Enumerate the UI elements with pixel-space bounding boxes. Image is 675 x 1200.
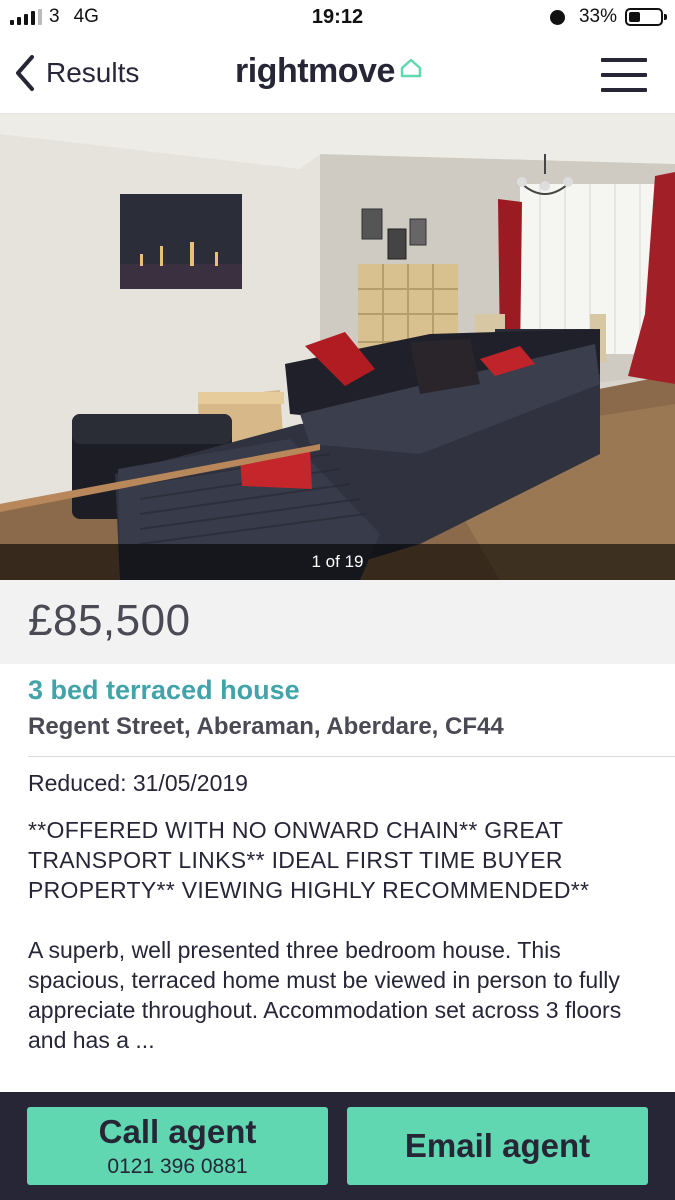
property-headline: **OFFERED WITH NO ONWARD CHAIN** GREAT T… bbox=[28, 817, 590, 903]
price-band: £85,500 bbox=[0, 580, 675, 664]
agent-phone-number: 0121 396 0881 bbox=[107, 1155, 248, 1178]
property-price: £85,500 bbox=[28, 596, 191, 645]
reduced-date: Reduced: 31/05/2019 bbox=[28, 770, 248, 796]
hamburger-menu-icon[interactable] bbox=[601, 58, 647, 92]
action-bar: Call agent 0121 396 0881 Email agent bbox=[0, 1092, 675, 1200]
email-agent-label: Email agent bbox=[404, 1127, 591, 1164]
battery-percent: 33% bbox=[578, 6, 617, 27]
divider bbox=[28, 756, 675, 757]
call-agent-button[interactable]: Call agent 0121 396 0881 bbox=[27, 1107, 328, 1185]
navigation-bar: Results rightmove bbox=[0, 38, 675, 114]
house-logo-icon bbox=[400, 58, 422, 78]
status-right: 33% bbox=[549, 6, 667, 28]
property-photo[interactable]: 1 of 19 bbox=[0, 114, 675, 580]
living-room-photo bbox=[0, 114, 675, 580]
logo-text: rightmove bbox=[235, 52, 395, 90]
email-agent-button[interactable]: Email agent bbox=[347, 1107, 648, 1185]
battery-icon bbox=[625, 8, 667, 26]
back-button[interactable]: Results bbox=[14, 54, 139, 92]
back-label: Results bbox=[46, 57, 140, 88]
rightmove-logo: rightmove bbox=[235, 52, 423, 91]
alarm-icon bbox=[549, 9, 565, 25]
chevron-left-icon bbox=[16, 55, 34, 91]
property-description[interactable]: A superb, well presented three bedroom h… bbox=[28, 935, 658, 1055]
status-bar: 3 4G 19:12 33% bbox=[0, 0, 675, 38]
property-address: Regent Street, Aberaman, Aberdare, CF44 bbox=[28, 713, 504, 740]
photo-counter: 1 of 19 bbox=[0, 544, 675, 580]
call-agent-label: Call agent bbox=[98, 1113, 257, 1150]
property-title: 3 bed terraced house bbox=[28, 675, 300, 705]
